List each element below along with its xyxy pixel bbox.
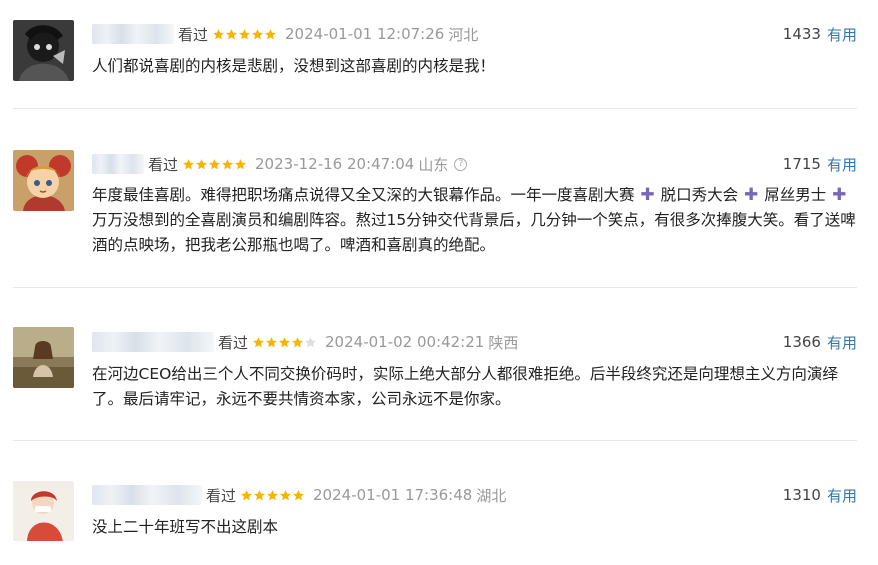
- content-part: 年度最佳喜剧。难得把职场痛点说得又全又深的大银幕作品。一年一度喜剧大赛: [92, 186, 635, 204]
- plus-icon: ✚: [738, 185, 765, 205]
- star-filled-icon: [209, 158, 220, 169]
- review-meta: 看过 2024-01-02 00:42:21 陕西: [92, 332, 518, 352]
- divider: [13, 287, 857, 288]
- review-location: 陕西: [488, 333, 519, 352]
- review-location: 河北: [448, 25, 479, 44]
- review-content: 年度最佳喜剧。难得把职场痛点说得又全又深的大银幕作品。一年一度喜剧大赛 ✚ 脱口…: [92, 183, 862, 258]
- useful-button[interactable]: 有用: [827, 154, 857, 175]
- avatar-image-icon: [13, 481, 74, 541]
- star-filled-icon: [280, 489, 291, 500]
- username-blurred[interactable]: [92, 332, 214, 352]
- useful-button[interactable]: 有用: [827, 24, 857, 45]
- watched-label: 看过: [218, 333, 249, 352]
- star-empty-icon: [305, 336, 316, 347]
- star-filled-icon: [292, 336, 303, 347]
- vote-area: 1715 有用: [783, 154, 857, 174]
- vote-count: 1433: [782, 25, 821, 43]
- review-meta: 看过 2023-12-16 20:47:04 山东 ?: [92, 154, 468, 174]
- divider: [13, 108, 857, 109]
- useful-button[interactable]: 有用: [827, 332, 857, 353]
- star-filled-icon: [266, 336, 277, 347]
- star-filled-icon: [252, 28, 263, 39]
- avatar-image-icon: [13, 327, 74, 388]
- star-filled-icon: [279, 336, 290, 347]
- vote-area: 1366 有用: [783, 332, 857, 352]
- avatar[interactable]: [13, 150, 74, 211]
- avatar-image-icon: [13, 150, 74, 211]
- content-part: 万万没想到的全喜剧演员和编剧阵容。熬过15分钟交代背景后，几分钟一个笑点，有很多…: [92, 211, 856, 254]
- star-filled-icon: [239, 28, 250, 39]
- star-filled-icon: [253, 336, 264, 347]
- star-filled-icon: [254, 489, 265, 500]
- content-part: 屌丝男士: [764, 186, 827, 204]
- star-filled-icon: [183, 158, 194, 169]
- star-filled-icon: [196, 158, 207, 169]
- star-filled-icon: [213, 28, 224, 39]
- plus-icon: ✚: [634, 185, 661, 205]
- username-blurred[interactable]: [92, 485, 202, 505]
- star-filled-icon: [222, 158, 233, 169]
- star-filled-icon: [241, 489, 252, 500]
- divider: [13, 440, 857, 441]
- rating-stars: [182, 158, 247, 171]
- useful-button[interactable]: 有用: [827, 485, 857, 506]
- avatar[interactable]: [13, 327, 74, 388]
- vote-count: 1310: [782, 486, 821, 504]
- help-icon[interactable]: ?: [454, 157, 468, 171]
- star-filled-icon: [265, 28, 276, 39]
- plus-icon: ✚: [826, 185, 853, 205]
- review-meta: 看过 2024-01-01 17:36:48 湖北: [92, 485, 506, 505]
- review-location: 湖北: [476, 486, 507, 505]
- star-filled-icon: [235, 158, 246, 169]
- avatar-image-icon: [13, 20, 74, 81]
- content-part: 脱口秀大会: [660, 186, 739, 204]
- review-time: 2023-12-16 20:47:04: [255, 155, 415, 173]
- rating-stars: [252, 336, 317, 349]
- review-time: 2024-01-01 12:07:26: [285, 25, 445, 43]
- star-filled-icon: [267, 489, 278, 500]
- review-meta: 看过 2024-01-01 12:07:26 河北: [92, 24, 478, 44]
- watched-label: 看过: [178, 25, 209, 44]
- review-content: 在河边CEO给出三个人不同交换价码时，实际上绝大部分人都很难拒绝。后半段终究还是…: [92, 365, 838, 408]
- username-blurred[interactable]: [92, 154, 144, 174]
- star-filled-icon: [293, 489, 304, 500]
- avatar[interactable]: [13, 20, 74, 81]
- rating-stars: [240, 489, 305, 502]
- vote-area: 1433 有用: [783, 24, 857, 44]
- review-content: 没上二十年班写不出这剧本: [92, 518, 279, 536]
- vote-count: 1715: [782, 155, 821, 173]
- review-time: 2024-01-02 00:42:21: [325, 333, 485, 351]
- review-location: 山东: [418, 155, 449, 174]
- review-time: 2024-01-01 17:36:48: [313, 486, 473, 504]
- vote-count: 1366: [782, 333, 821, 351]
- username-blurred[interactable]: [92, 24, 174, 44]
- rating-stars: [212, 28, 277, 41]
- star-filled-icon: [226, 28, 237, 39]
- vote-area: 1310 有用: [783, 485, 857, 505]
- watched-label: 看过: [148, 155, 179, 174]
- avatar[interactable]: [13, 481, 74, 541]
- review-content: 人们都说喜剧的内核是悲剧，没想到这部喜剧的内核是我！: [92, 57, 496, 75]
- watched-label: 看过: [206, 486, 237, 505]
